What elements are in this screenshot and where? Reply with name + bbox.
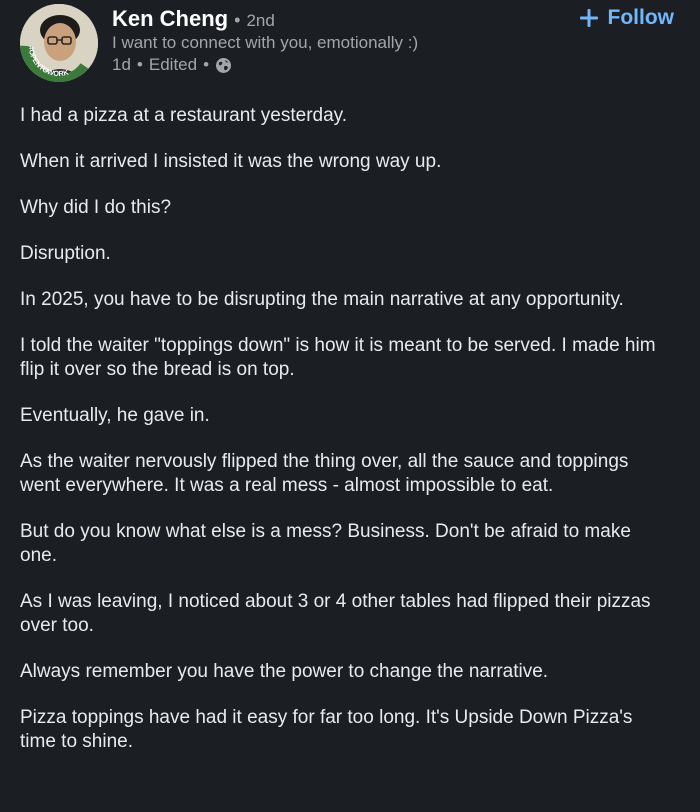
author-name[interactable]: Ken Cheng (112, 6, 228, 32)
separator-dot: • (136, 55, 143, 74)
post-paragraph: As the waiter nervously flipped the thin… (20, 451, 629, 496)
avatar[interactable]: #OPENTOWORK (20, 4, 98, 82)
post-paragraph: I had a pizza at a restaurant yesterday. (20, 105, 348, 126)
post-paragraph: Pizza toppings have had it easy for far … (20, 707, 633, 752)
post-paragraph: But do you know what else is a mess? Bus… (20, 521, 631, 566)
edited-label: Edited (148, 55, 198, 74)
author-line: Ken Cheng • 2nd (112, 6, 275, 32)
connection-degree: 2nd (246, 11, 275, 30)
post-paragraph: In 2025, you have to be disrupting the m… (20, 289, 624, 310)
author-headline: I want to connect with you, emotionally … (112, 33, 419, 52)
post-paragraph: Why did I do this? (20, 197, 172, 218)
post-paragraph: When it arrived I insisted it was the wr… (20, 151, 442, 172)
globe-icon (215, 57, 232, 74)
post-body: I had a pizza at a restaurant yesterday.… (20, 104, 670, 776)
post-meta: 1d • Edited • (112, 55, 232, 75)
post-paragraph: As I was leaving, I noticed about 3 or 4… (20, 591, 651, 636)
follow-button[interactable]: Follow (578, 6, 675, 30)
follow-label: Follow (607, 6, 675, 29)
post-time: 1d (112, 55, 131, 74)
post-paragraph: Always remember you have the power to ch… (20, 661, 549, 682)
separator-dot: • (203, 55, 210, 74)
post-paragraph: Eventually, he gave in. (20, 405, 210, 426)
post-header: #OPENTOWORK Ken Cheng • 2nd I want to co… (0, 0, 700, 92)
post-paragraph: Disruption. (20, 243, 111, 264)
profile-photo: #OPENTOWORK (20, 4, 98, 82)
post-paragraph: I told the waiter "toppings down" is how… (20, 335, 656, 380)
separator-dot: • (234, 10, 241, 30)
plus-icon (578, 7, 600, 29)
